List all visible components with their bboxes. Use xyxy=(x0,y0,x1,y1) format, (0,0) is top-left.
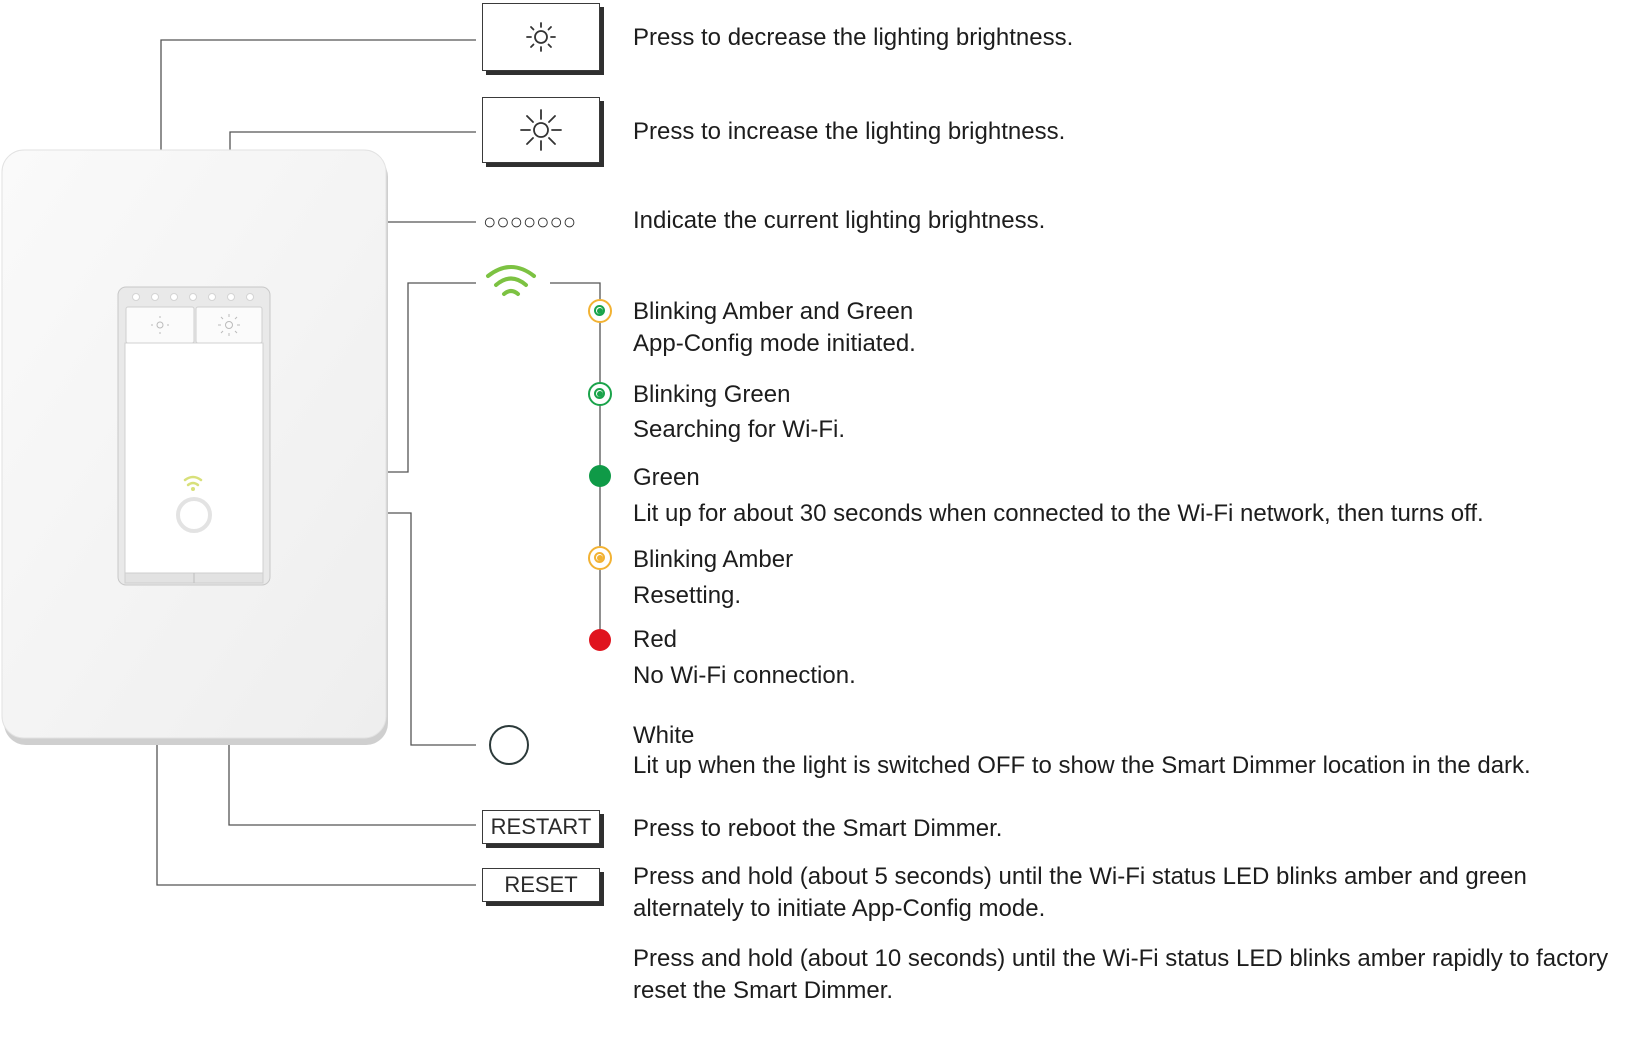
reset-button-label: RESET xyxy=(504,872,578,897)
reset-description-app-config: Press and hold (about 5 seconds) until t… xyxy=(633,863,1527,922)
led-state-meaning: Resetting. xyxy=(633,582,742,609)
dim-up-button[interactable] xyxy=(482,97,600,163)
smart-dimmer-illustration xyxy=(1,149,388,745)
brightness-indicator-glyph: ○○○○○○○ xyxy=(483,209,577,234)
led-state-meaning: No Wi-Fi connection. xyxy=(633,662,856,689)
led-red-marker xyxy=(589,629,611,651)
brightness-indicator-description: Indicate the current lighting brightness… xyxy=(633,207,1046,234)
restart-button-label: RESTART xyxy=(490,814,592,839)
wifi-icon xyxy=(486,265,536,296)
locator-light xyxy=(176,497,212,533)
dim-up-description: Press to increase the lighting brightnes… xyxy=(633,118,1066,145)
led-amber-blink-marker xyxy=(588,546,612,570)
sun-small-icon xyxy=(526,22,556,52)
reset-button[interactable]: RESET xyxy=(482,868,600,902)
led-amber-green-marker xyxy=(588,299,612,323)
led-state-name: Blinking Green xyxy=(633,381,791,408)
dim-down-key xyxy=(125,306,195,344)
led-state-name: Red xyxy=(633,626,678,653)
sun-large-icon xyxy=(520,109,562,151)
restart-description: Press to reboot the Smart Dimmer. xyxy=(633,815,1003,842)
led-state-name: Green xyxy=(633,464,700,491)
locator-led-name: White xyxy=(633,722,695,749)
led-state-name: Blinking Amber and Green xyxy=(633,298,914,325)
led-state-meaning: App-Config mode initiated. xyxy=(633,330,916,357)
led-state-name: Blinking Amber xyxy=(633,546,794,573)
line-led-state-bus xyxy=(550,282,601,640)
led-green-blink-marker xyxy=(588,382,612,406)
rocker-paddle xyxy=(124,342,264,574)
led-state-meaning: Lit up for about 30 seconds when connect… xyxy=(633,500,1484,527)
dim-up-key xyxy=(195,306,263,344)
restart-button[interactable]: RESTART xyxy=(482,810,600,844)
locator-led-icon xyxy=(489,725,529,765)
led-green-solid-marker xyxy=(589,465,611,487)
locator-led-meaning: Lit up when the light is switched OFF to… xyxy=(633,752,1531,779)
dim-down-description: Press to decrease the lighting brightnes… xyxy=(633,24,1074,51)
dim-down-button[interactable] xyxy=(482,3,600,71)
reset-description-factory-reset: Press and hold (about 10 seconds) until … xyxy=(633,945,1609,1004)
led-state-meaning: Searching for Wi-Fi. xyxy=(633,416,846,443)
